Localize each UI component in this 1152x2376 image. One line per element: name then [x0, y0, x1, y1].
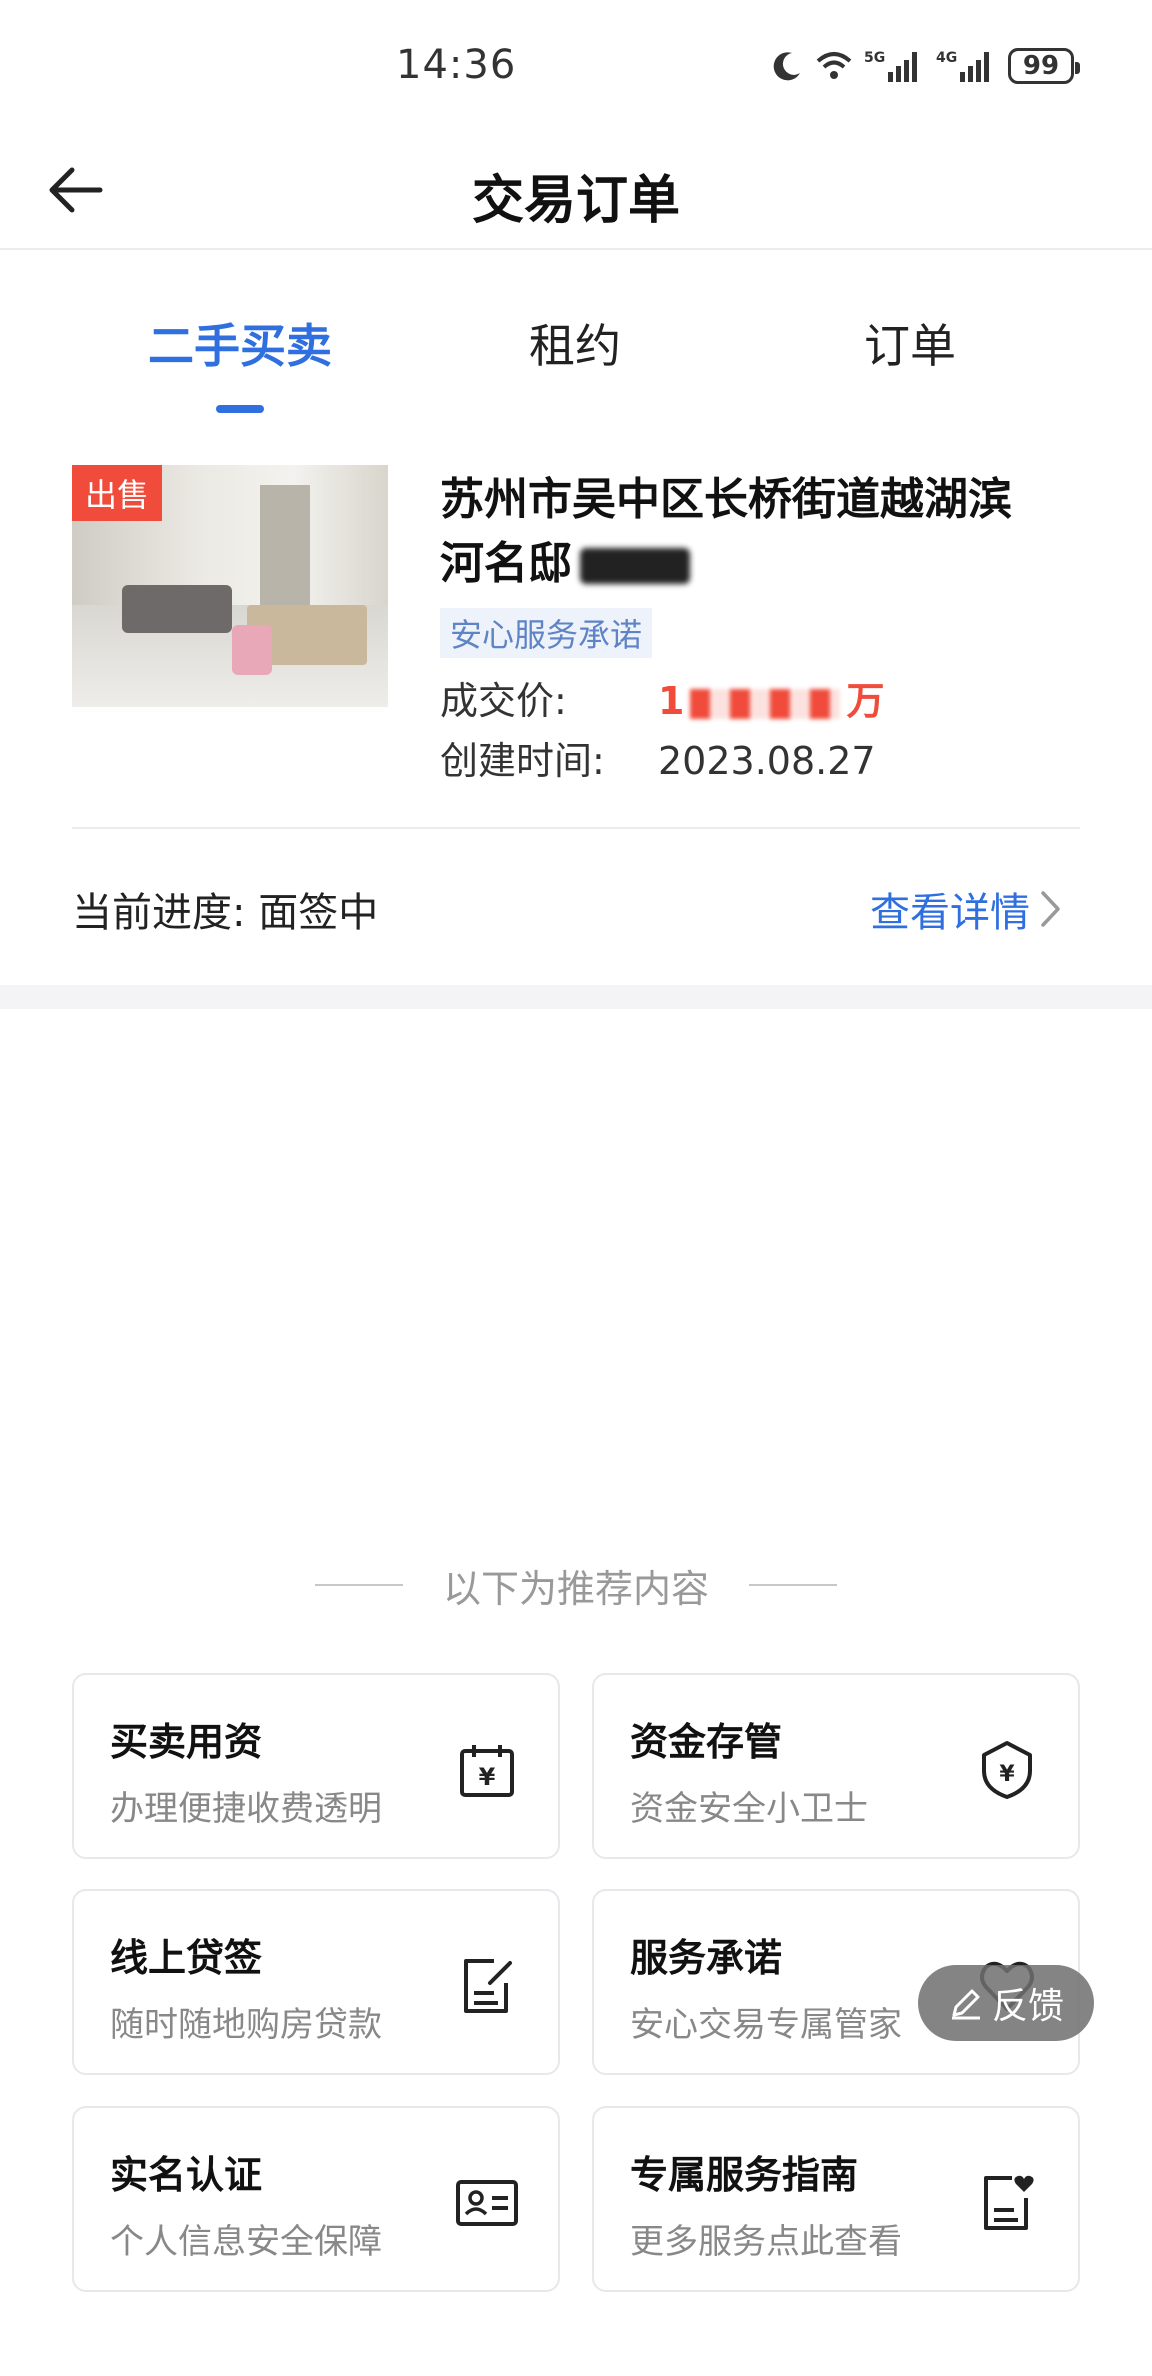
signal-4g-icon: 4G [936, 48, 998, 84]
sign-document-icon [464, 1959, 512, 2013]
pencil-icon [951, 1989, 980, 2020]
id-card-icon [456, 2180, 518, 2226]
signal-5g-icon: 5G [864, 48, 926, 84]
progress-status: 当前进度: 面签中 [72, 880, 378, 938]
divider-line [314, 1584, 403, 1586]
price-value: 1万 [658, 679, 885, 723]
recommend-header: 以下为推荐内容 [0, 1555, 1152, 1615]
status-bar: 14:36 5G 4G 99 [0, 0, 1152, 130]
card-title: 线上贷签 [110, 1936, 263, 1980]
card-title: 资金存管 [630, 1720, 783, 1764]
status-time: 14:36 [396, 42, 517, 88]
price-row: 成交价: 1 万 [440, 670, 884, 725]
svg-text:5G: 5G [864, 50, 885, 66]
recommend-title: 以下为推荐内容 [442, 1566, 709, 1611]
svg-text:¥: ¥ [479, 1763, 496, 1791]
service-promise-tag: 安心服务承诺 [440, 608, 653, 658]
status-icons: 5G 4G 99 [770, 44, 1080, 88]
view-details-link[interactable]: 查看详情 [870, 880, 1062, 938]
card-subtitle: 办理便捷收费透明 [110, 1789, 382, 1829]
card-fund-custody[interactable]: 资金存管 资金安全小卫士 ¥ [592, 1673, 1080, 1859]
card-subtitle: 随时随地购房贷款 [110, 2005, 382, 2045]
order-card[interactable]: 出售 苏州市吴中区长桥街道越湖滨 河名邸 安心服务承诺 成交价: 1 万 创建时间:… [0, 430, 1152, 985]
property-address: 苏州市吴中区长桥街道越湖滨 河名邸 [440, 468, 1090, 596]
guide-document-icon [984, 2175, 1034, 2230]
card-subtitle: 安心交易专属管家 [630, 2005, 902, 2045]
section-separator [0, 985, 1152, 1009]
shield-yen-icon: ¥ [982, 1741, 1032, 1799]
card-online-loan[interactable]: 线上贷签 随时随地购房贷款 [72, 1889, 560, 2075]
nav-bar: 交易订单 [0, 130, 1152, 250]
card-subtitle: 更多服务点此查看 [630, 2222, 902, 2262]
feedback-label: 反馈 [991, 1986, 1064, 2027]
address-line-1: 苏州市吴中区长桥街道越湖滨 [440, 474, 1012, 525]
tab-active-indicator [216, 405, 264, 413]
card-subtitle: 个人信息安全保障 [110, 2222, 382, 2262]
card-service-guide[interactable]: 专属服务指南 更多服务点此查看 [592, 2106, 1080, 2292]
svg-text:4G: 4G [936, 50, 957, 66]
sale-tag: 出售 [72, 465, 162, 521]
chevron-right-icon [1041, 891, 1060, 927]
divider-line [749, 1584, 837, 1586]
tab-second-hand-trade[interactable]: 二手买卖 [90, 310, 390, 376]
redacted-mask [580, 548, 690, 584]
battery-indicator: 99 [1008, 48, 1080, 84]
address-line-2: 河名邸 [440, 538, 572, 589]
moon-icon [770, 49, 804, 83]
card-title: 专属服务指南 [630, 2153, 859, 2197]
calendar-yen-icon: ¥ [460, 1745, 514, 1797]
view-details-label: 查看详情 [870, 890, 1030, 936]
tab-orders[interactable]: 订单 [760, 310, 1060, 376]
created-row: 创建时间: 2023.08.27 [440, 730, 876, 785]
created-value: 2023.08.27 [658, 739, 876, 783]
wifi-icon [814, 49, 854, 83]
progress-value: 面签中 [258, 890, 379, 936]
redacted-mask [690, 688, 841, 719]
card-title: 服务承诺 [630, 1936, 783, 1980]
tab-bar: 二手买卖 租约 订单 [0, 250, 1152, 430]
feedback-button[interactable]: 反馈 [918, 1965, 1094, 2041]
divider [72, 827, 1080, 829]
svg-text:¥: ¥ [999, 1762, 1015, 1787]
page-title: 交易订单 [471, 171, 680, 231]
card-subtitle: 资金安全小卫士 [630, 1789, 868, 1829]
progress-label: 当前进度: [72, 890, 246, 936]
price-label: 成交价: [440, 679, 567, 723]
card-trade-funds[interactable]: 买卖用资 办理便捷收费透明 ¥ [72, 1673, 560, 1859]
card-real-name-auth[interactable]: 实名认证 个人信息安全保障 [72, 2106, 560, 2292]
card-title: 实名认证 [110, 2153, 263, 2197]
created-label: 创建时间: [440, 739, 605, 783]
card-title: 买卖用资 [110, 1720, 263, 1764]
tab-lease[interactable]: 租约 [425, 310, 725, 376]
